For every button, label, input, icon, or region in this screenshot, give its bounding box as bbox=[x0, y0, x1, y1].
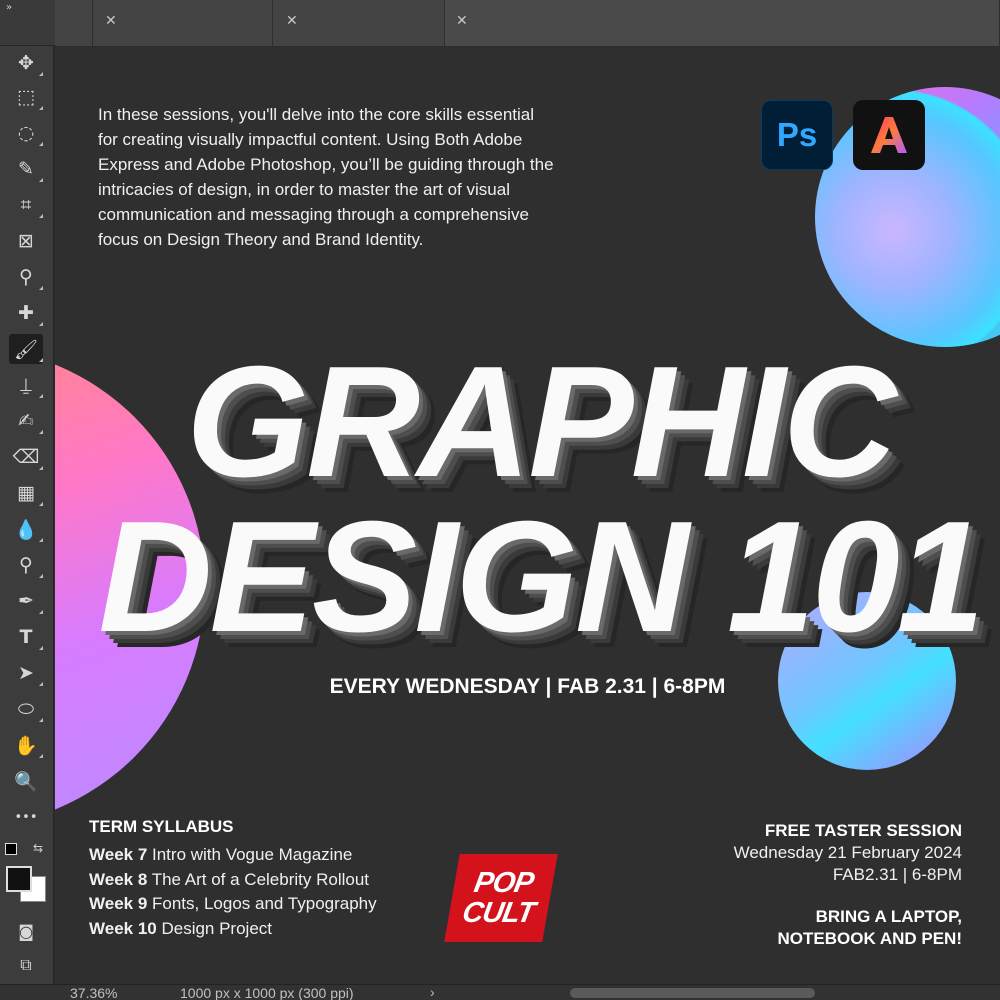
eraser-icon[interactable]: ⌫ bbox=[9, 442, 43, 472]
adobe-express-icon bbox=[853, 100, 925, 170]
panel-collapse-icon[interactable]: » bbox=[6, 2, 12, 13]
path-select-icon[interactable]: ➤ bbox=[9, 658, 43, 688]
close-tab-icon[interactable]: ✕ bbox=[105, 13, 117, 29]
lasso-icon[interactable]: ◌ bbox=[9, 118, 43, 148]
bring-line-2: NOTEBOOK AND PEN! bbox=[777, 929, 963, 948]
week-label: Week 7 bbox=[89, 845, 148, 864]
adobe-express-logo-icon bbox=[871, 117, 907, 153]
document-tab-bar: » ✕ ✕ ✕ bbox=[0, 0, 1000, 46]
clone-stamp-icon[interactable]: ⍊ bbox=[9, 370, 43, 400]
intro-paragraph: In these sessions, you'll delve into the… bbox=[98, 105, 554, 249]
foreground-color-swatch[interactable] bbox=[6, 866, 32, 892]
syllabus-row: Week 9 Fonts, Logos and Typography bbox=[89, 892, 377, 917]
brush-icon[interactable]: 🖌 bbox=[9, 334, 43, 364]
syllabus-title: TERM SYLLABUS bbox=[89, 817, 234, 836]
default-colors-icon[interactable] bbox=[5, 843, 17, 855]
gradient-icon[interactable]: ▦ bbox=[9, 478, 43, 508]
taster-place-time: FAB2.31 | 6-8PM bbox=[832, 865, 962, 884]
healing-brush-icon[interactable]: ✚ bbox=[9, 298, 43, 328]
pop-cult-logo: POP CULT bbox=[444, 854, 558, 942]
hand-icon[interactable]: ✋ bbox=[9, 730, 43, 760]
marquee-icon[interactable]: ⬚ bbox=[9, 82, 43, 112]
week-topic: Intro with Vogue Magazine bbox=[147, 845, 353, 864]
week-label: Week 8 bbox=[89, 869, 148, 889]
document-tab[interactable]: ✕ bbox=[93, 0, 273, 46]
tools-panel: ✥ ⬚ ◌ ✎ ⌗ ⊠ ⚲ ✚ 🖌 ⍊ ✍ ⌫ ▦ 💧 ⚲ ✒ T ➤ ⬭ ✋ … bbox=[0, 46, 54, 984]
zoom-level[interactable]: 37.36% bbox=[70, 985, 117, 1000]
taster-date: Wednesday 21 February 2024 bbox=[733, 843, 962, 862]
dodge-icon[interactable]: ⚲ bbox=[9, 550, 43, 580]
crop-icon[interactable]: ⌗ bbox=[9, 190, 43, 220]
close-tab-icon[interactable]: ✕ bbox=[456, 13, 468, 29]
pen-icon[interactable]: ✒ bbox=[9, 586, 43, 616]
ellipse-icon[interactable]: ⬭ bbox=[9, 694, 43, 724]
zoom-icon[interactable]: 🔍 bbox=[9, 766, 43, 796]
headline-line-2: DESIGN 101 bbox=[98, 489, 984, 665]
taster-title: FREE TASTER SESSION bbox=[764, 821, 962, 840]
history-brush-icon[interactable]: ✍ bbox=[9, 406, 43, 436]
schedule-line: EVERY WEDNESDAY | FAB 2.31 | 6-8PM bbox=[329, 675, 726, 698]
frame-icon[interactable]: ⊠ bbox=[9, 226, 43, 256]
quick-mask-icon[interactable]: ◙ bbox=[9, 916, 43, 946]
close-tab-icon[interactable]: ✕ bbox=[286, 13, 298, 29]
week-topic: The Art of a Celebrity Rollout bbox=[147, 869, 370, 889]
logo-line-1: POP bbox=[471, 867, 536, 899]
more-tools-icon[interactable]: ••• bbox=[9, 802, 43, 832]
swap-colors-icon[interactable]: ⇆ bbox=[33, 841, 47, 855]
week-topic: Fonts, Logos and Typography bbox=[147, 894, 377, 913]
quick-select-icon[interactable]: ✎ bbox=[9, 154, 43, 184]
document-tab[interactable]: ✕ bbox=[273, 0, 445, 46]
document-tab[interactable] bbox=[55, 0, 93, 46]
eyedropper-icon[interactable]: ⚲ bbox=[9, 262, 43, 292]
headline-line-1: GRAPHIC bbox=[186, 334, 897, 510]
week-label: Week 9 bbox=[89, 894, 148, 913]
logo-line-2: CULT bbox=[459, 897, 537, 929]
term-syllabus: TERM SYLLABUS Week 7 Intro with Vogue Ma… bbox=[89, 817, 377, 941]
document-dimensions: 1000 px x 1000 px (300 ppi) bbox=[180, 985, 354, 1000]
status-bar: 37.36% 1000 px x 1000 px (300 ppi) › bbox=[0, 984, 1000, 1000]
document-canvas[interactable]: In these sessions, you'll delve into the… bbox=[55, 47, 1000, 984]
syllabus-row: Week 10 Design Project bbox=[89, 917, 377, 942]
week-topic: Design Project bbox=[156, 918, 273, 938]
blur-icon[interactable]: 💧 bbox=[9, 514, 43, 544]
week-label: Week 10 bbox=[89, 918, 157, 938]
syllabus-row: Week 7 Intro with Vogue Magazine bbox=[89, 843, 377, 868]
move-icon[interactable]: ✥ bbox=[9, 48, 43, 78]
horizontal-scrollbar[interactable] bbox=[570, 988, 815, 998]
chevron-right-icon[interactable]: › bbox=[430, 984, 435, 1000]
bring-line-1: BRING A LAPTOP, bbox=[815, 907, 962, 926]
taster-session-info: FREE TASTER SESSION Wednesday 21 Februar… bbox=[734, 820, 962, 950]
syllabus-row: Week 8 The Art of a Celebrity Rollout bbox=[89, 868, 377, 893]
photoshop-icon: Ps bbox=[761, 100, 833, 170]
screen-mode-icon[interactable]: ⧉ bbox=[9, 950, 43, 980]
type-icon[interactable]: T bbox=[9, 622, 43, 652]
document-tab-active[interactable]: ✕ bbox=[445, 0, 1000, 46]
